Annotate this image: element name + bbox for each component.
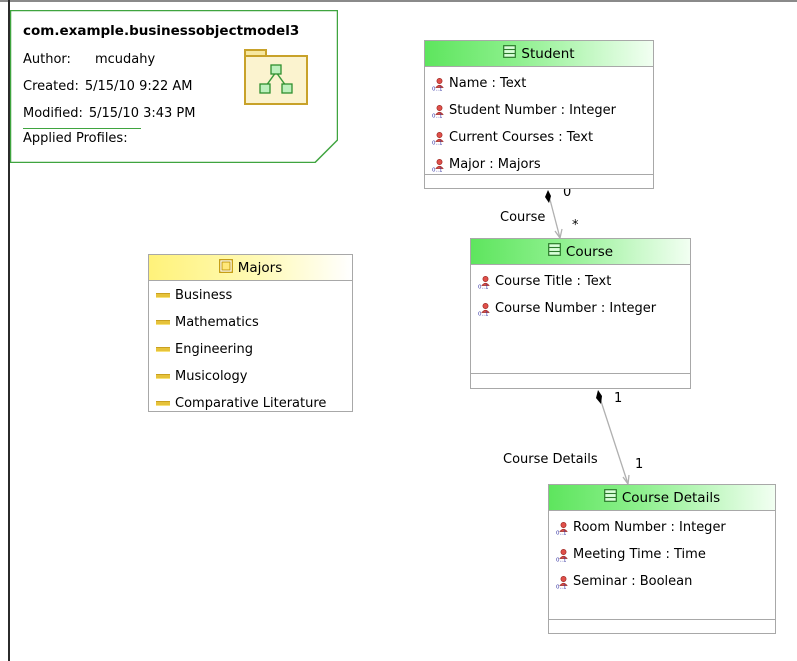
diagram-canvas[interactable]: com.example.businessobjectmodel3 Author:… [0, 0, 797, 661]
course-details-connector [597, 391, 629, 485]
modified-row: Modified: 5/15/10 3:43 PM [23, 106, 196, 121]
attribute-icon: 0..1 [432, 158, 446, 173]
enum-literal[interactable]: Musicology [149, 363, 352, 390]
literal-icon [156, 320, 170, 325]
course-details-label[interactable]: Course Details [503, 452, 598, 467]
operations-separator [425, 174, 653, 175]
literal-label: Comparative Literature [175, 396, 327, 411]
model-title: com.example.businessobjectmodel3 [23, 23, 300, 39]
created-row: Created: 5/15/10 9:22 AM [23, 79, 193, 94]
model-info-note[interactable]: com.example.businessobjectmodel3 Author:… [10, 10, 338, 163]
svg-text:0..1: 0..1 [432, 86, 443, 91]
enumeration-icon [218, 258, 233, 277]
attribute-row[interactable]: 0..1 Course Title : Text [471, 268, 690, 295]
svg-text:0..1: 0..1 [478, 311, 489, 316]
attribute-row[interactable]: 0..1 Seminar : Boolean [549, 568, 775, 595]
created-value: 5/15/10 9:22 AM [84, 79, 193, 94]
attribute-row[interactable]: 0..1 Room Number : Integer [549, 514, 775, 541]
literal-icon [156, 374, 170, 379]
course-details-class[interactable]: Course Details 0..1 Room Number : Integer… [548, 484, 776, 634]
modified-value: 5/15/10 3:43 PM [88, 106, 196, 121]
literal-label: Engineering [175, 342, 253, 357]
svg-text:0..1: 0..1 [432, 113, 443, 118]
author-row: Author: mcudahy [23, 52, 155, 67]
attribute-row[interactable]: 0..1 Course Number : Integer [471, 295, 690, 322]
arrowhead-course [554, 228, 563, 240]
course-details-class-name: Course Details [621, 489, 721, 506]
course-details-class-header[interactable]: Course Details [549, 485, 775, 511]
majors-literals: Business Mathematics Engineering Musicol… [149, 281, 352, 417]
svg-text:0..1: 0..1 [478, 284, 489, 289]
majors-enumeration-name: Majors [237, 259, 283, 276]
student-class[interactable]: Student 0..1 Name : Text 0..1 Student Numb… [424, 40, 654, 189]
attribute-icon: 0..1 [432, 104, 446, 119]
student-course-label[interactable]: Course [500, 210, 545, 225]
operations-separator [471, 373, 690, 374]
attribute-icon: 0..1 [478, 275, 492, 290]
attribute-row[interactable]: 0..1 Meeting Time : Time [549, 541, 775, 568]
majors-enumeration[interactable]: Majors Business Mathematics Engineering … [148, 254, 353, 412]
composition-diamond-student [545, 190, 551, 203]
attribute-label: Room Number : Integer [573, 520, 726, 535]
attribute-icon: 0..1 [556, 521, 570, 536]
svg-text:0..1: 0..1 [432, 140, 443, 145]
svg-text:0..1: 0..1 [432, 167, 443, 172]
student-course-target-multiplicity: * [572, 218, 579, 233]
student-class-header[interactable]: Student [425, 41, 653, 67]
class-icon [548, 243, 561, 260]
literal-label: Musicology [175, 369, 248, 384]
attribute-label: Name : Text [449, 76, 527, 91]
student-attributes: 0..1 Name : Text 0..1 Student Number : Int… [425, 67, 653, 178]
literal-icon [156, 293, 170, 298]
student-class-name: Student [521, 45, 575, 62]
attribute-icon: 0..1 [556, 548, 570, 563]
canvas-top-border [0, 0, 797, 2]
student-course-connector [547, 191, 561, 239]
created-label: Created: [23, 79, 79, 94]
svg-text:0..1: 0..1 [556, 530, 567, 535]
attribute-label: Course Number : Integer [495, 301, 657, 316]
literal-icon [156, 401, 170, 406]
applied-profiles-label: Applied Profiles: [23, 131, 128, 146]
attribute-label: Course Title : Text [495, 274, 612, 289]
attribute-icon: 0..1 [478, 302, 492, 317]
majors-enumeration-header[interactable]: Majors [149, 255, 352, 281]
attribute-label: Current Courses : Text [449, 130, 594, 145]
class-icon [603, 489, 617, 506]
course-class[interactable]: Course 0..1 Course Title : Text 0..1 Cours… [470, 238, 691, 389]
enum-literal[interactable]: Comparative Literature [149, 390, 352, 417]
literal-label: Business [175, 288, 233, 303]
profiles-separator [23, 128, 141, 129]
attribute-icon: 0..1 [556, 575, 570, 590]
course-class-header[interactable]: Course [471, 239, 690, 265]
attribute-label: Major : Majors [449, 157, 541, 172]
author-value: mcudahy [95, 52, 156, 67]
attribute-label: Student Number : Integer [449, 103, 616, 118]
course-attributes: 0..1 Course Title : Text 0..1 Course Numbe… [471, 265, 690, 322]
attribute-label: Meeting Time : Time [573, 547, 706, 562]
svg-text:0..1: 0..1 [556, 557, 567, 562]
course-details-target-multiplicity: 1 [635, 457, 644, 472]
course-class-name: Course [565, 243, 614, 260]
attribute-label: Seminar : Boolean [573, 574, 693, 589]
course-details-attributes: 0..1 Room Number : Integer 0..1 Meeting Ti… [549, 511, 775, 595]
literal-label: Mathematics [175, 315, 259, 330]
modified-label: Modified: [23, 106, 83, 121]
enum-literal[interactable]: Business [149, 282, 352, 309]
attribute-row[interactable]: 0..1 Name : Text [425, 70, 653, 97]
composition-diamond-course [596, 390, 602, 404]
attribute-icon: 0..1 [432, 131, 446, 146]
author-label: Author: [23, 52, 71, 67]
svg-text:0..1: 0..1 [556, 584, 567, 589]
attribute-icon: 0..1 [432, 77, 446, 92]
literal-icon [156, 347, 170, 352]
class-icon [503, 45, 517, 62]
operations-separator [549, 619, 775, 620]
enum-literal[interactable]: Mathematics [149, 309, 352, 336]
attribute-row[interactable]: 0..1 Student Number : Integer [425, 97, 653, 124]
arrowhead-course-details [622, 474, 630, 486]
enum-literal[interactable]: Engineering [149, 336, 352, 363]
attribute-row[interactable]: 0..1 Current Courses : Text [425, 124, 653, 151]
course-details-source-multiplicity: 1 [614, 391, 623, 406]
